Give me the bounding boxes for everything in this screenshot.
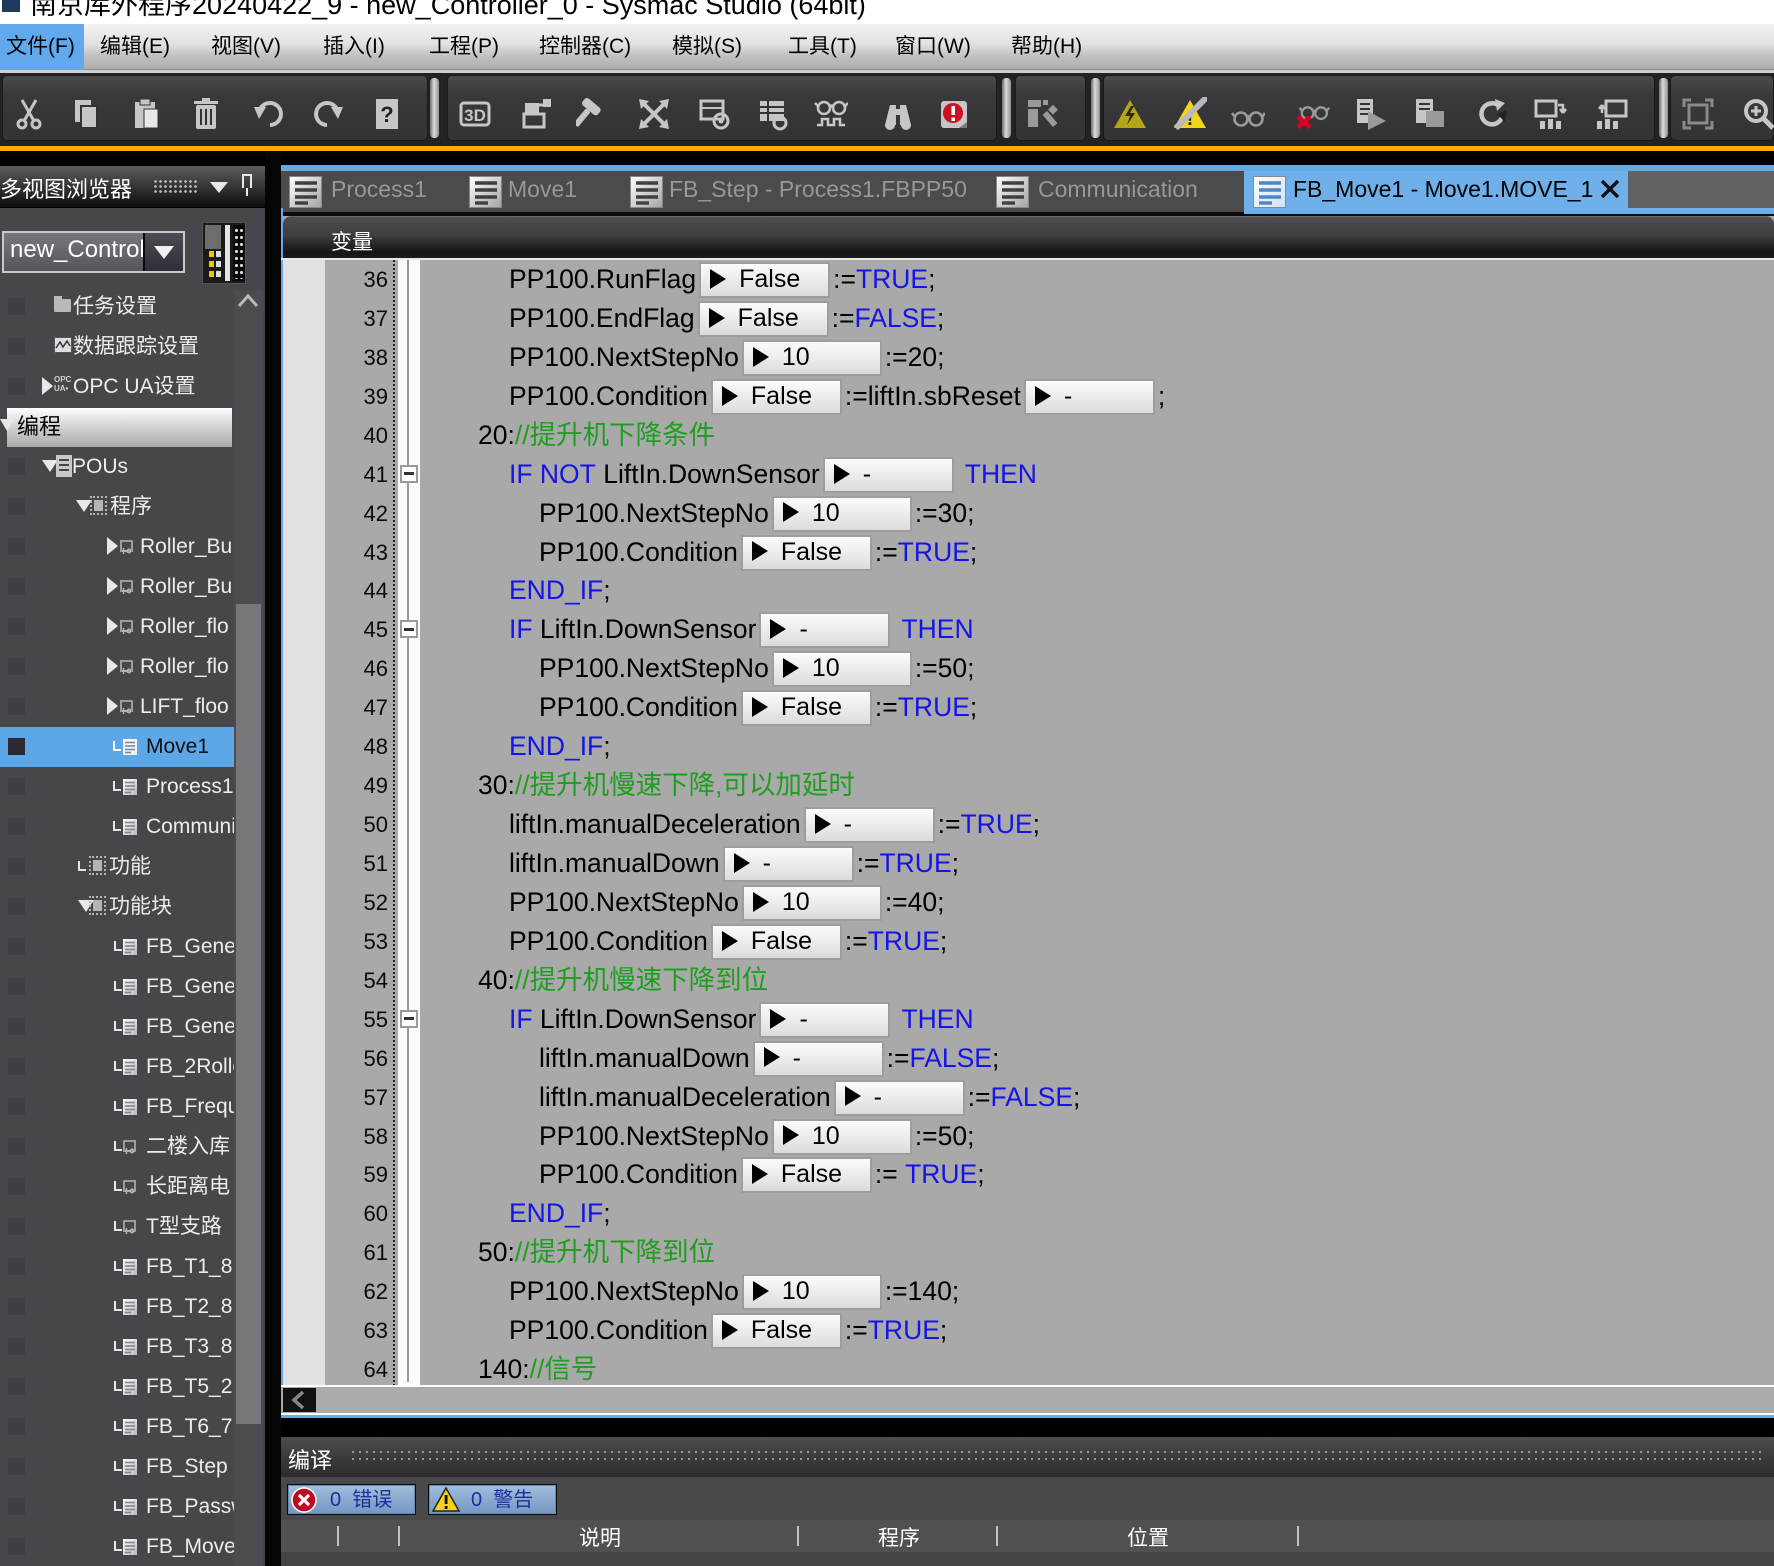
svg-text:?: ? xyxy=(380,102,393,127)
svg-text:3D: 3D xyxy=(464,106,486,125)
